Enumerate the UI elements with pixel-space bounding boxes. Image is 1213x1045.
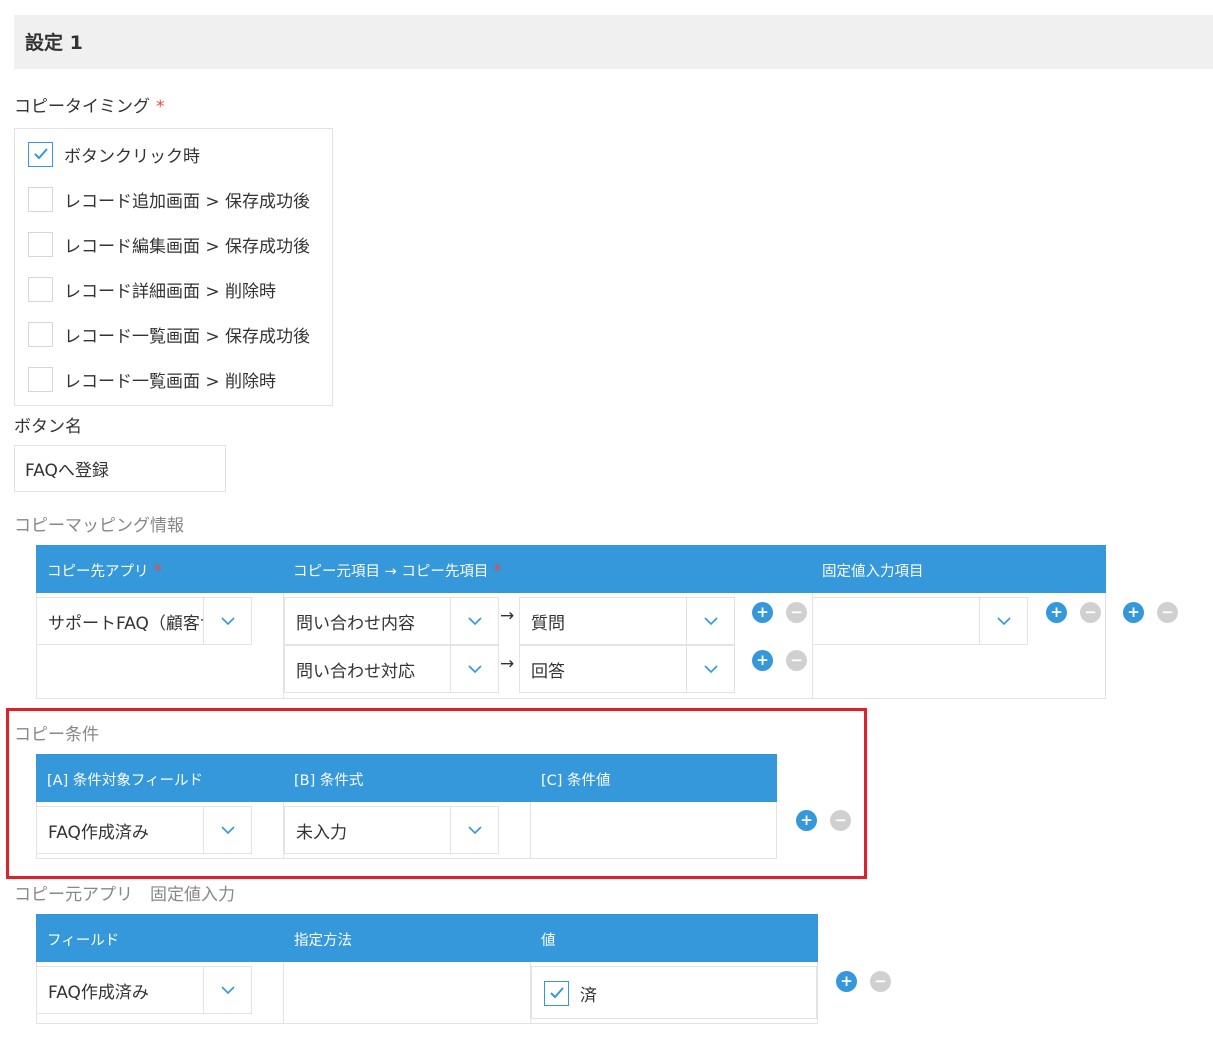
chevron-down-icon[interactable] [450,598,498,644]
source-field-select[interactable]: 問い合わせ内容 [284,597,499,645]
checkbox[interactable] [28,366,53,392]
remove-condition-button[interactable]: − [830,810,851,831]
button-name-input[interactable]: FAQへ登録 [14,445,226,492]
condition-field-select[interactable]: FAQ作成済み [36,806,252,854]
conditions-section-label: コピー条件 [14,725,99,745]
check-icon [33,148,48,160]
chevron-down-icon[interactable] [686,598,734,644]
header-condition-expr: [B] 条件式 [294,773,364,789]
timing-option-label: レコード詳細画面 > 削除時 [64,281,277,302]
chevron-down-icon[interactable] [979,598,1027,644]
add-source-fixed-button[interactable]: + [836,971,857,992]
timing-option-detail-delete[interactable]: レコード詳細画面 > 削除時 [28,275,276,303]
remove-mapping-row-button[interactable]: − [786,602,807,623]
header-condition-field: [A] 条件対象フィールド [47,773,204,789]
section-title: 設定 1 [25,32,83,54]
target-field-select[interactable]: 回答 [519,645,735,693]
value-checkbox-row[interactable]: 済 [544,979,597,1007]
checkbox-checked[interactable] [544,980,569,1006]
timing-option-list-delete[interactable]: レコード一覧画面 > 削除時 [28,365,276,393]
header-condition-value: [C] 条件値 [541,773,611,789]
remove-mapping-row-button[interactable]: − [786,650,807,671]
check-icon [549,987,564,999]
mapping-arrow: → [500,654,515,674]
checkbox-checked[interactable] [28,141,53,167]
header-dest-app: コピー先アプリ * [47,561,162,581]
copy-timing-checkbox-group: ボタンクリック時 レコード追加画面 > 保存成功後 レコード編集画面 > 保存成… [14,128,333,406]
add-mapping-set-button[interactable]: + [1123,602,1144,623]
remove-source-fixed-button[interactable]: − [870,971,891,992]
target-field-select[interactable]: 質問 [519,597,735,645]
timing-option-button-click[interactable]: ボタンクリック時 [28,140,200,168]
condition-expr-select[interactable]: 未入力 [284,806,499,854]
add-mapping-row-button[interactable]: + [752,602,773,623]
timing-option-label: ボタンクリック時 [64,146,200,167]
timing-option-add-save[interactable]: レコード追加画面 > 保存成功後 [28,185,310,213]
chevron-down-icon[interactable] [686,646,734,692]
header-field: フィールド [47,933,120,949]
chevron-down-icon[interactable] [450,807,498,853]
dest-app-select[interactable]: サポートFAQ（顧客サ [36,597,252,645]
source-fixed-method-cell[interactable] [284,966,529,1014]
remove-fixed-row-button[interactable]: − [1080,602,1101,623]
value-checkbox-label: 済 [580,985,597,1006]
checkbox[interactable] [28,321,53,347]
chevron-down-icon[interactable] [450,646,498,692]
checkbox[interactable] [28,276,53,302]
add-fixed-row-button[interactable]: + [1046,602,1067,623]
add-mapping-row-button[interactable]: + [752,650,773,671]
required-mark: * [156,97,165,117]
condition-value-cell[interactable] [531,806,776,854]
timing-option-label: レコード追加画面 > 保存成功後 [64,191,311,212]
header-copy-items: コピー元項目 → コピー先項目 * [293,561,502,581]
mapping-arrow: → [500,606,515,626]
chevron-down-icon[interactable] [203,967,251,1013]
conditions-table-header: [A] 条件対象フィールド [B] 条件式 [C] 条件値 [36,754,777,802]
button-name-label: ボタン名 [14,417,82,437]
header-method: 指定方法 [294,933,352,949]
timing-option-label: レコード一覧画面 > 削除時 [64,371,277,392]
copy-timing-label: コピータイミング * [14,97,165,117]
add-condition-button[interactable]: + [796,810,817,831]
checkbox[interactable] [28,231,53,257]
chevron-down-icon[interactable] [203,598,251,644]
mapping-section-label: コピーマッピング情報 [14,516,184,536]
timing-option-label: レコード一覧画面 > 保存成功後 [64,326,311,347]
source-fixed-table-header: フィールド 指定方法 値 [36,914,818,962]
checkbox[interactable] [28,186,53,212]
source-fixed-value-cell: 済 [531,966,817,1019]
source-fixed-section-label: コピー元アプリ 固定値入力 [14,885,235,905]
timing-option-label: レコード編集画面 > 保存成功後 [64,236,311,257]
fixed-value-select[interactable] [812,597,1028,645]
section-header [14,15,1213,69]
header-fixed-items: 固定値入力項目 [822,564,924,580]
source-field-select[interactable]: 問い合わせ対応 [284,645,499,693]
remove-mapping-set-button[interactable]: − [1157,602,1178,623]
mapping-table-header: コピー先アプリ * コピー元項目 → コピー先項目 * 固定値入力項目 [36,545,1106,593]
timing-option-list-save[interactable]: レコード一覧画面 > 保存成功後 [28,320,310,348]
timing-option-edit-save[interactable]: レコード編集画面 > 保存成功後 [28,230,310,258]
header-value: 値 [541,933,556,949]
source-fixed-field-select[interactable]: FAQ作成済み [36,966,252,1014]
chevron-down-icon[interactable] [203,807,251,853]
